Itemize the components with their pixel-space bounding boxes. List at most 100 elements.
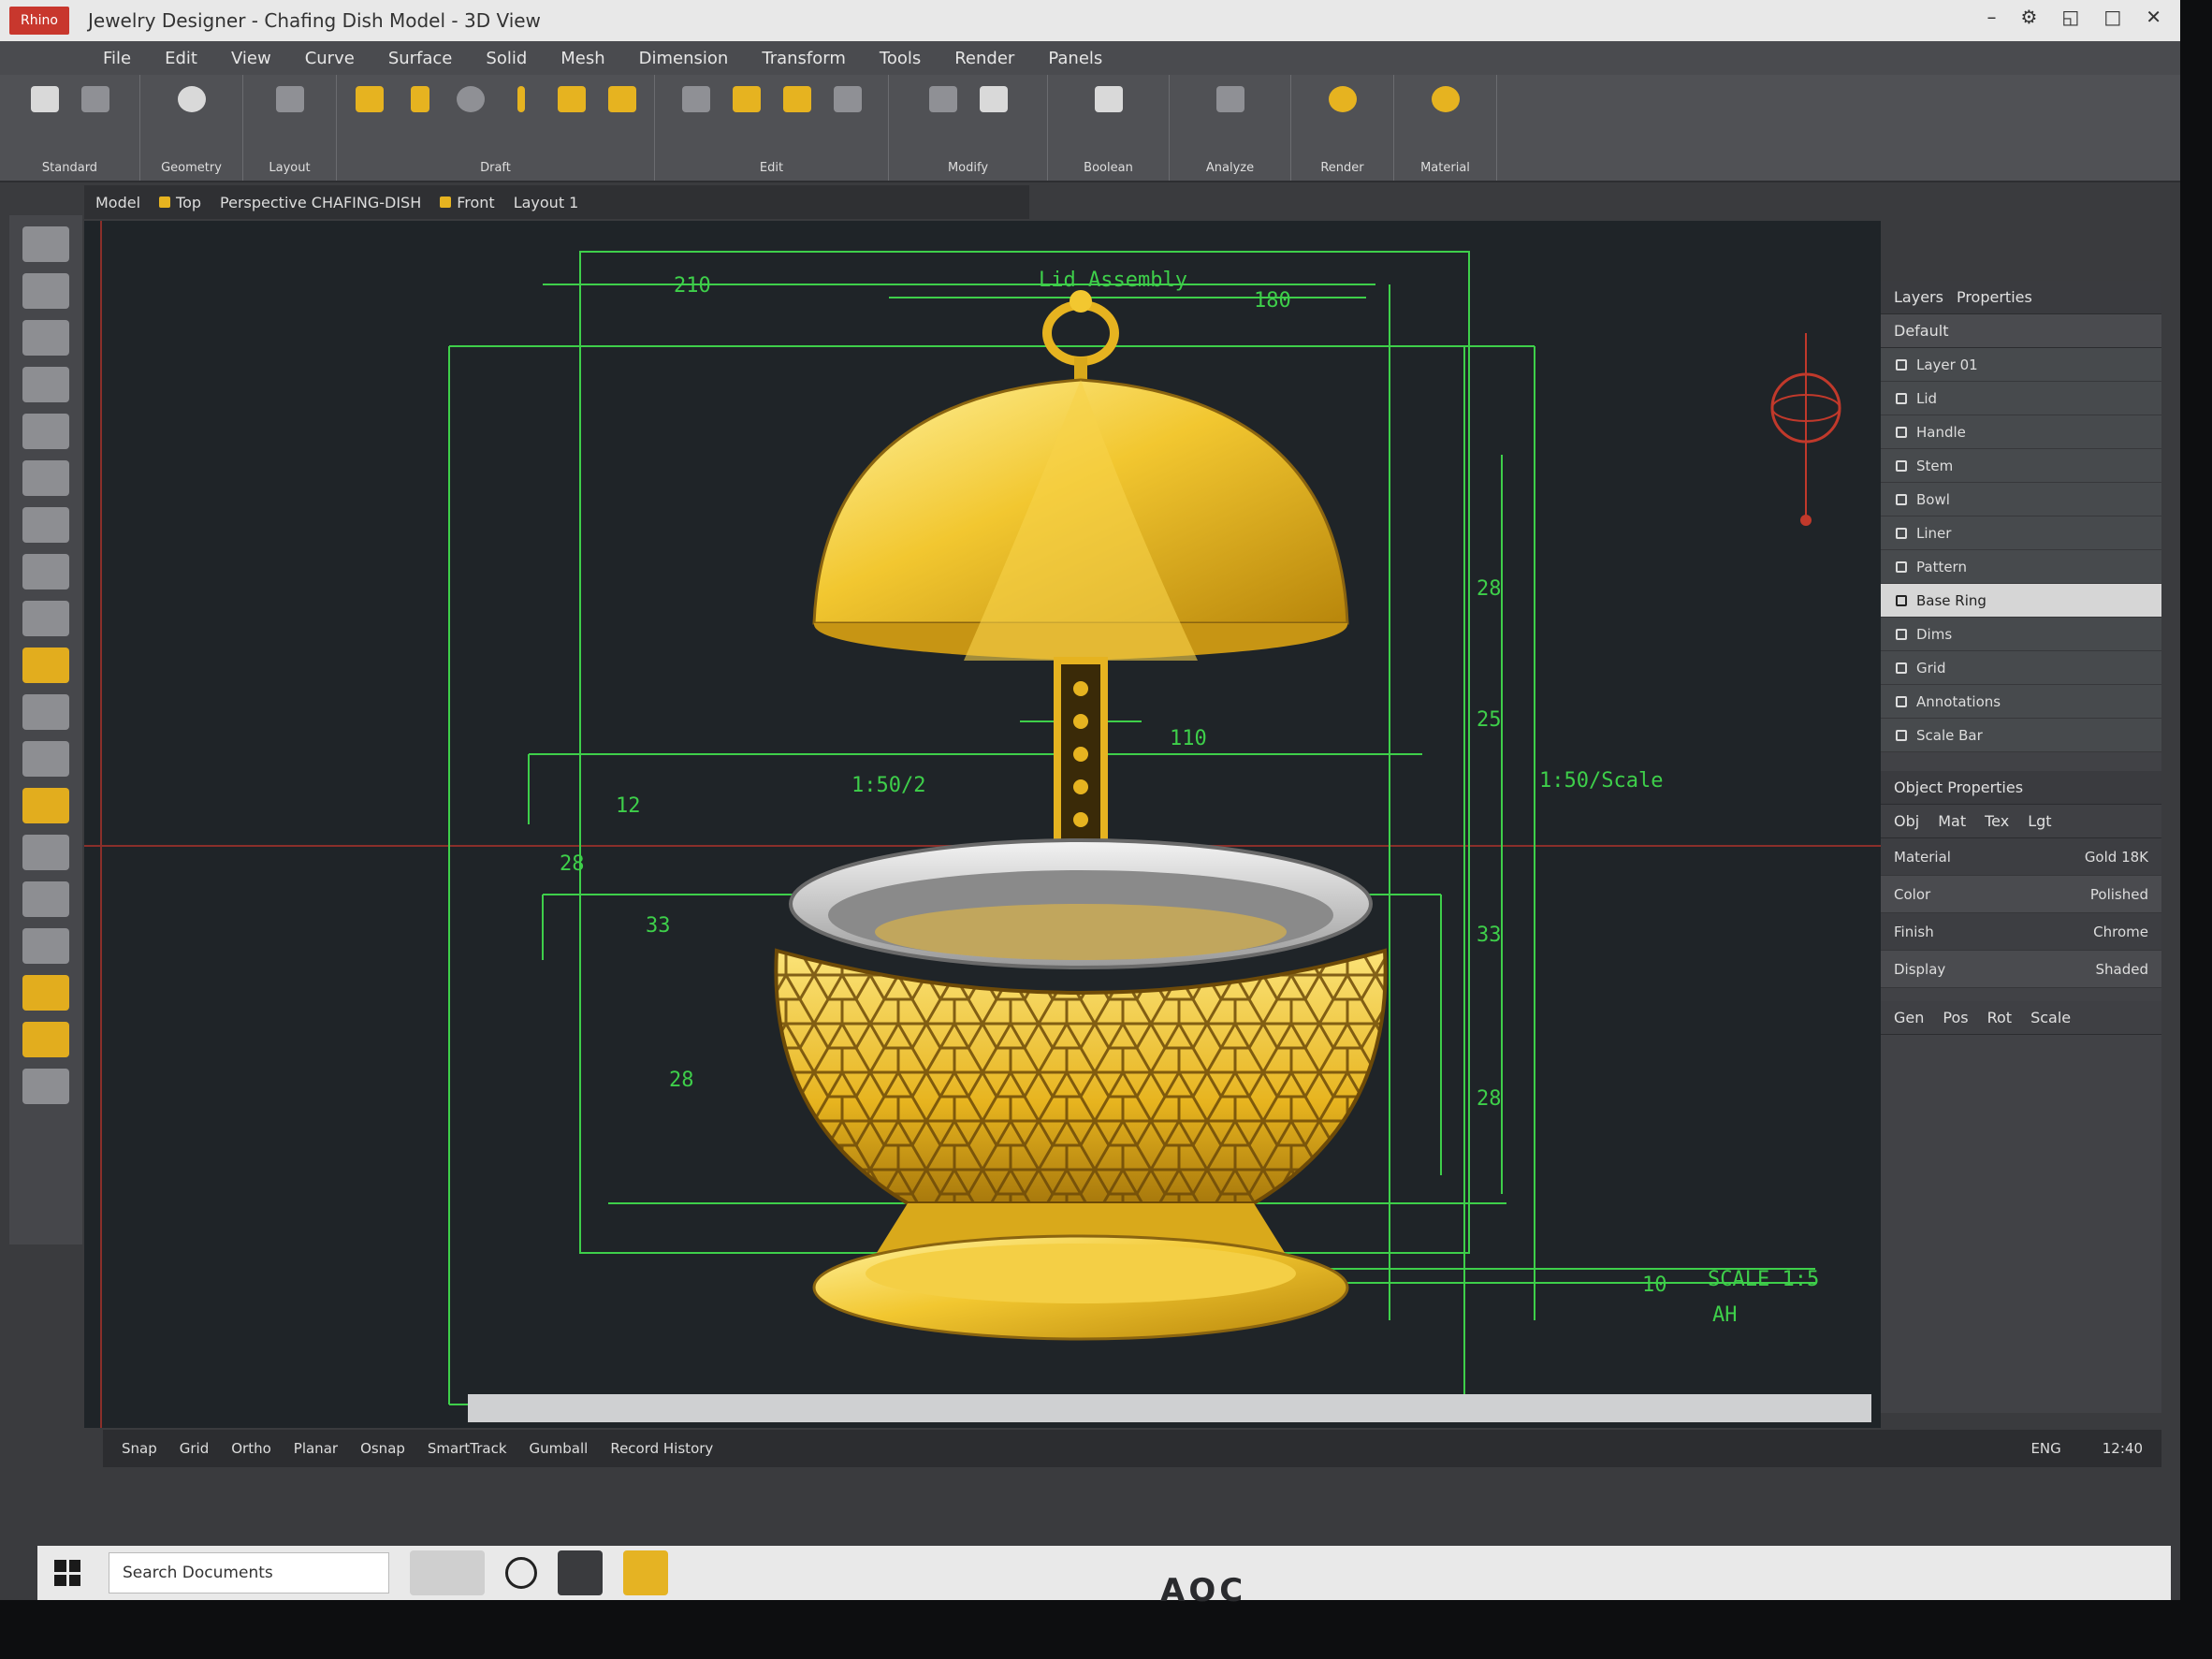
tab-model[interactable]: Model (95, 194, 140, 211)
taskbar-search[interactable]: Search Documents (109, 1552, 389, 1594)
status-toggle[interactable]: Ortho (231, 1440, 271, 1457)
gem-tool-icon[interactable] (22, 975, 69, 1011)
trim-button[interactable] (923, 80, 964, 118)
target-button[interactable] (450, 80, 491, 118)
layer-visibility-icon[interactable] (1896, 560, 1907, 573)
menu-mesh[interactable]: Mesh (560, 49, 604, 68)
prop-tab-lgt[interactable]: Lgt (2028, 812, 2051, 830)
layer-visibility-icon[interactable] (1896, 493, 1907, 505)
point-tool-icon[interactable] (22, 273, 69, 309)
sub-tab-gen[interactable]: Gen (1894, 1009, 1924, 1026)
tab-top[interactable]: Top (159, 194, 201, 211)
status-toggle[interactable]: Osnap (360, 1440, 405, 1457)
layer-row[interactable]: Pattern (1881, 550, 2161, 584)
layer-row[interactable]: Handle (1881, 415, 2161, 449)
ring-tool-icon[interactable] (22, 1022, 69, 1057)
menu-curve[interactable]: Curve (305, 49, 355, 68)
menu-panels[interactable]: Panels (1048, 49, 1102, 68)
minimize-button[interactable]: – (1986, 6, 1996, 28)
menu-surface[interactable]: Surface (388, 49, 453, 68)
chafing-dish-model[interactable] (774, 290, 1388, 1341)
layer-visibility-icon[interactable] (1896, 459, 1907, 472)
arc-button[interactable] (602, 80, 643, 118)
prop-row-material[interactable]: Material Gold 18K (1881, 838, 2161, 876)
layer-visibility-icon[interactable] (1896, 426, 1907, 438)
layer-visibility-icon[interactable] (1896, 662, 1907, 674)
material-button[interactable] (1425, 80, 1466, 118)
layer-row[interactable]: Stem (1881, 449, 2161, 483)
layer-row[interactable]: Grid (1881, 651, 2161, 685)
prop-row-color[interactable]: Color Polished (1881, 876, 2161, 913)
tab-front[interactable]: Front (440, 194, 495, 211)
viewport-canvas[interactable]: 210 Lid Assembly 180 110 12 28 33 28 28 … (84, 221, 1881, 1428)
app-badge[interactable]: Rhino (9, 7, 69, 35)
tab-layers[interactable]: Layers (1894, 288, 1943, 306)
file-explorer-icon[interactable] (623, 1550, 668, 1595)
layer-row[interactable]: Base Ring (1881, 584, 2161, 618)
rotate-button[interactable] (777, 80, 818, 118)
menu-solid[interactable]: Solid (486, 49, 527, 68)
prop-row-finish[interactable]: Finish Chrome (1881, 913, 2161, 951)
surface-tool-icon[interactable] (22, 648, 69, 683)
layer-row[interactable]: Bowl (1881, 483, 2161, 517)
restore-button[interactable]: ◱ (2061, 6, 2079, 28)
menu-edit[interactable]: Edit (165, 49, 197, 68)
rectangle-tool-icon[interactable] (22, 460, 69, 496)
sub-tab-rot[interactable]: Rot (1987, 1009, 2012, 1026)
layout-button[interactable] (269, 80, 311, 118)
render-button[interactable] (1322, 80, 1363, 118)
settings-button[interactable]: ⚙ (2020, 6, 2037, 28)
tab-layout[interactable]: Layout 1 (514, 194, 579, 211)
prop-row-display[interactable]: Display Shaded (1881, 951, 2161, 988)
offset-tool-icon[interactable] (22, 601, 69, 636)
fillet-tool-icon[interactable] (22, 554, 69, 589)
layer-row[interactable]: Layer 01 (1881, 348, 2161, 382)
move-button[interactable] (726, 80, 767, 118)
layer-visibility-icon[interactable] (1896, 392, 1907, 404)
layer-visibility-icon[interactable] (1896, 594, 1907, 606)
sub-tab-scale[interactable]: Scale (2030, 1009, 2071, 1026)
polyline-button[interactable] (551, 80, 592, 118)
layer-filter[interactable]: Default (1881, 314, 2161, 348)
menu-file[interactable]: File (103, 49, 131, 68)
view-gizmo[interactable] (1770, 333, 1841, 526)
layer-visibility-icon[interactable] (1896, 695, 1907, 707)
status-toggle[interactable]: Planar (294, 1440, 338, 1457)
layer-row[interactable]: Dims (1881, 618, 2161, 651)
layer-visibility-icon[interactable] (1896, 729, 1907, 741)
spiral-tool-icon[interactable] (22, 507, 69, 543)
extrude-tool-icon[interactable] (22, 741, 69, 777)
mirror-button[interactable] (827, 80, 868, 118)
layer-row[interactable]: Liner (1881, 517, 2161, 550)
select-tool-icon[interactable] (22, 226, 69, 262)
menu-transform[interactable]: Transform (762, 49, 846, 68)
prop-tab-mat[interactable]: Mat (1938, 812, 1966, 830)
menu-view[interactable]: View (231, 49, 271, 68)
fill-button[interactable] (400, 80, 441, 118)
tab-properties[interactable]: Properties (1957, 288, 2032, 306)
arc-tool-icon[interactable] (22, 414, 69, 449)
tab-perspective[interactable]: Perspective CHAFING-DISH (220, 194, 421, 211)
copy-button[interactable] (676, 80, 717, 118)
box-button[interactable] (349, 80, 390, 118)
layer-visibility-icon[interactable] (1896, 527, 1907, 539)
close-button[interactable]: ✕ (2146, 6, 2161, 28)
analyze-button[interactable] (1210, 80, 1251, 118)
status-toggle[interactable]: Snap (122, 1440, 157, 1457)
new-file-button[interactable] (24, 80, 65, 118)
status-toggle[interactable]: SmartTrack (428, 1440, 507, 1457)
cage-tool-icon[interactable] (22, 928, 69, 964)
loft-tool-icon[interactable] (22, 694, 69, 730)
start-button[interactable] (47, 1552, 88, 1594)
maximize-button[interactable]: □ (2103, 6, 2121, 28)
open-file-button[interactable] (75, 80, 116, 118)
layer-row[interactable]: Annotations (1881, 685, 2161, 719)
curve-tool-icon[interactable] (22, 320, 69, 356)
layer-visibility-icon[interactable] (1896, 628, 1907, 640)
solid-tool-icon[interactable] (22, 881, 69, 917)
layer-visibility-icon[interactable] (1896, 358, 1907, 371)
circle-tool-icon[interactable] (22, 367, 69, 402)
render-tool-icon[interactable] (22, 1069, 69, 1104)
extend-button[interactable] (973, 80, 1014, 118)
sphere-button[interactable] (171, 80, 212, 118)
